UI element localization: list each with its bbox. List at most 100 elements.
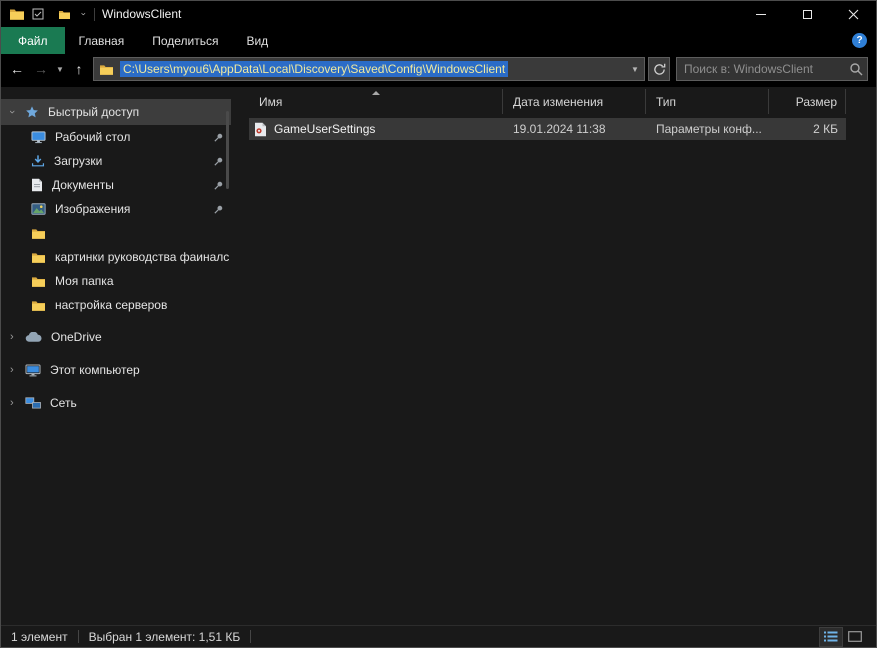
statusbar-divider (77, 630, 79, 643)
thumbnails-view-icon (848, 631, 862, 642)
file-name-cell: GameUserSettings (249, 122, 503, 137)
statusbar-item-count: 1 элемент (11, 629, 68, 644)
sidebar-item-pictures[interactable]: Изображения (1, 197, 231, 221)
thumbnails-view-button[interactable] (844, 628, 866, 646)
close-icon (848, 9, 858, 19)
content-area: › Быстрый доступ Рабочий стол Загрузки Д… (1, 87, 876, 625)
pin-icon (213, 180, 224, 191)
sidebar-item-label: Изображения (55, 202, 131, 216)
tab-share[interactable]: Поделиться (138, 27, 232, 54)
column-header-date[interactable]: Дата изменения (503, 89, 646, 114)
sidebar-item-nastroyka-serverov[interactable]: настройка серверов (1, 293, 231, 317)
file-row-gameusersettings[interactable]: GameUserSettings 19.01.2024 11:38 Параме… (249, 118, 846, 140)
search-icon[interactable] (849, 62, 863, 76)
sort-ascending-icon (371, 91, 380, 95)
folder-icon (31, 227, 46, 240)
downloads-icon (31, 154, 45, 168)
search-box[interactable]: Поиск в: WindowsClient (676, 57, 868, 81)
folder-icon (31, 275, 46, 288)
expand-chevron-icon[interactable]: › (6, 110, 18, 114)
sidebar-item-label: Рабочий стол (55, 130, 131, 144)
maximize-icon (802, 9, 812, 19)
computer-icon (25, 364, 41, 377)
column-headers: Имя Дата изменения Тип Размер (249, 89, 876, 114)
file-size-cell: 2 КБ (813, 122, 838, 136)
sidebar-item-this-pc[interactable]: › Этот компьютер (1, 357, 231, 383)
column-header-type[interactable]: Тип (646, 89, 769, 114)
column-header-size[interactable]: Размер (769, 89, 846, 114)
navigation-pane: › Быстрый доступ Рабочий стол Загрузки Д… (1, 87, 231, 625)
pin-icon (213, 132, 224, 143)
sidebar-item-moya-papka[interactable]: Моя папка (1, 269, 231, 293)
sidebar-item-label: Этот компьютер (50, 363, 140, 377)
sidebar-item-unnamed-folder[interactable] (1, 221, 231, 245)
help-button[interactable]: ? (852, 33, 867, 48)
file-list-pane: Имя Дата изменения Тип Размер GameUserSe… (231, 87, 876, 625)
caption-buttons (738, 1, 876, 27)
refresh-icon (653, 63, 665, 75)
minimize-button[interactable] (738, 1, 784, 27)
minimize-icon (756, 13, 766, 15)
statusbar-selection-info: Выбран 1 элемент: 1,51 КБ (88, 629, 241, 644)
tab-home[interactable]: Главная (65, 27, 139, 54)
onedrive-icon (25, 331, 42, 343)
tab-view[interactable]: Вид (232, 27, 282, 54)
recent-locations-chevron-icon[interactable]: ▼ (53, 57, 67, 81)
sidebar-item-desktop[interactable]: Рабочий стол (1, 125, 231, 149)
expand-chevron-icon[interactable]: › (10, 331, 14, 343)
search-placeholder: Поиск в: WindowsClient (684, 62, 813, 76)
desktop-icon (31, 130, 46, 144)
sidebar-item-label: картинки руководства фаиналс (55, 250, 230, 264)
qat-customize-chevron-icon[interactable]: › (79, 7, 89, 21)
pin-icon (213, 156, 224, 167)
documents-icon (31, 178, 43, 192)
titlebar-divider (94, 7, 95, 21)
address-toolbar: ← → ▼ ↑ C:\Users\myou6\AppData\Local\Dis… (1, 54, 876, 87)
sidebar-item-label: OneDrive (51, 330, 102, 344)
sidebar-item-label: Сеть (50, 396, 77, 410)
back-button[interactable]: ← (5, 57, 29, 81)
address-bar[interactable]: C:\Users\myou6\AppData\Local\Discovery\S… (93, 57, 645, 81)
view-toggle-group (819, 626, 866, 647)
sidebar-item-quick-access[interactable]: › Быстрый доступ (1, 99, 231, 125)
explorer-window: › WindowsClient Файл Главная Поделиться … (0, 0, 877, 648)
tab-file[interactable]: Файл (1, 27, 65, 54)
sidebar-item-downloads[interactable]: Загрузки (1, 149, 231, 173)
address-folder-icon (99, 63, 114, 76)
expand-chevron-icon[interactable]: › (10, 364, 14, 376)
refresh-button[interactable] (648, 57, 670, 81)
statusbar-divider (250, 630, 252, 643)
details-view-icon (824, 631, 838, 642)
address-path-text[interactable]: C:\Users\myou6\AppData\Local\Discovery\S… (120, 61, 509, 77)
maximize-button[interactable] (784, 1, 830, 27)
sidebar-item-label: Моя папка (55, 274, 114, 288)
details-view-button[interactable] (819, 626, 843, 647)
up-button[interactable]: ↑ (67, 57, 91, 81)
star-icon (25, 105, 39, 119)
sidebar-item-documents[interactable]: Документы (1, 173, 231, 197)
sidebar-item-label: настройка серверов (55, 298, 168, 312)
sidebar-item-label: Документы (52, 178, 114, 192)
sidebar-item-onedrive[interactable]: › OneDrive (1, 324, 231, 350)
explorer-folder-icon (9, 7, 25, 21)
address-dropdown-chevron-icon[interactable]: ▼ (626, 58, 644, 80)
file-type-cell: Параметры конф... (656, 122, 762, 136)
sidebar-item-label: Быстрый доступ (48, 105, 140, 119)
qat-new-folder-icon[interactable] (51, 1, 77, 27)
sidebar-item-label: Загрузки (54, 154, 103, 168)
ribbon-tabs: Файл Главная Поделиться Вид ? (1, 27, 876, 54)
close-button[interactable] (830, 1, 876, 27)
forward-button[interactable]: → (29, 57, 53, 81)
titlebar: › WindowsClient (1, 1, 876, 27)
file-date-cell: 19.01.2024 11:38 (513, 122, 606, 136)
folder-icon (31, 251, 46, 264)
qat-properties-icon[interactable] (25, 1, 51, 27)
sidebar-item-network[interactable]: › Сеть (1, 390, 231, 416)
expand-chevron-icon[interactable]: › (10, 397, 14, 409)
sidebar-item-kartinki[interactable]: картинки руководства фаиналс (1, 245, 231, 269)
window-title: WindowsClient (102, 7, 182, 21)
sidebar-scrollbar[interactable] (226, 111, 229, 189)
config-file-icon (254, 122, 267, 137)
column-header-name[interactable]: Имя (249, 89, 503, 114)
statusbar: 1 элемент Выбран 1 элемент: 1,51 КБ (1, 625, 876, 647)
